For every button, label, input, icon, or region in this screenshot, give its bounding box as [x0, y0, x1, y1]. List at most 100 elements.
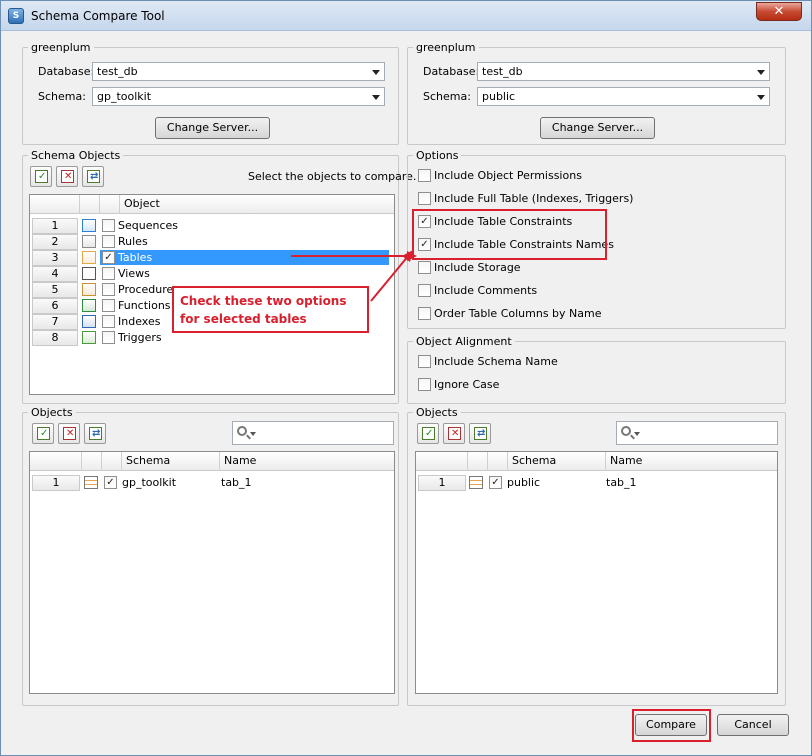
- option-label[interactable]: Order Table Columns by Name: [434, 307, 602, 320]
- object-name[interactable]: Rules: [118, 235, 148, 249]
- object-checkbox[interactable]: [102, 235, 115, 248]
- object-checkbox[interactable]: [102, 315, 115, 328]
- chevron-down-icon: [250, 432, 256, 436]
- left-deselect-all-button[interactable]: ✕: [58, 423, 80, 444]
- option-checkbox[interactable]: [418, 355, 431, 368]
- right-change-server-button[interactable]: Change Server...: [540, 117, 655, 139]
- selection-arrow: [291, 251, 417, 261]
- right-server-legend: greenplum: [416, 41, 476, 54]
- header-check: [488, 452, 508, 471]
- right-search-input[interactable]: [616, 421, 778, 445]
- header-icon: [80, 195, 100, 214]
- left-server-legend: greenplum: [31, 41, 91, 54]
- right-database-select[interactable]: test_db: [477, 62, 770, 81]
- row-number: 1: [32, 475, 80, 491]
- header-name: Name: [610, 454, 643, 467]
- swap-icon: ⇄: [477, 428, 486, 439]
- object-checkbox[interactable]: [102, 251, 115, 264]
- header-check: [102, 452, 122, 471]
- option-label[interactable]: Include Schema Name: [434, 355, 558, 368]
- object-checkbox[interactable]: [102, 283, 115, 296]
- option-checkbox[interactable]: [418, 169, 431, 182]
- search-icon: [237, 426, 247, 436]
- close-button[interactable]: ✕: [756, 2, 802, 21]
- header-rownum: [30, 452, 82, 471]
- left-objects-legend: Objects: [31, 406, 73, 419]
- table-icon: [84, 476, 98, 489]
- table-header: Object: [30, 195, 394, 214]
- left-schema-select[interactable]: gp_toolkit: [92, 87, 385, 106]
- select-all-button[interactable]: ✓: [30, 166, 52, 187]
- left-row-name: tab_1: [221, 476, 252, 489]
- header-schema: Schema: [122, 452, 220, 471]
- options-legend: Options: [416, 149, 459, 162]
- right-schema-select[interactable]: public: [477, 87, 770, 106]
- header-rownum: [30, 195, 80, 214]
- option-checkbox[interactable]: [418, 192, 431, 205]
- option-checkbox[interactable]: [418, 307, 431, 320]
- right-row-checkbox[interactable]: [489, 476, 502, 489]
- row-number: 1: [418, 475, 466, 491]
- object-name[interactable]: Views: [118, 267, 150, 281]
- object-type-icon: [82, 219, 96, 232]
- deselect-all-button[interactable]: ✕: [56, 166, 78, 187]
- schema-objects-hint: Select the objects to compare.: [248, 170, 417, 183]
- cancel-button[interactable]: Cancel: [717, 714, 789, 736]
- left-database-select[interactable]: test_db: [92, 62, 385, 81]
- header-rownum: [416, 452, 468, 471]
- compare-highlight-box: [632, 709, 711, 742]
- x-icon: ✕: [66, 428, 75, 439]
- left-row-checkbox[interactable]: [104, 476, 117, 489]
- header-check: [100, 195, 120, 214]
- object-alignment-legend: Object Alignment: [416, 335, 512, 348]
- object-type-icon: [82, 331, 96, 344]
- app-icon: S: [8, 8, 24, 24]
- right-schema-label: Schema:: [423, 90, 471, 103]
- check-icon: ✓: [425, 428, 434, 439]
- left-invert-button[interactable]: ⇄: [84, 423, 106, 444]
- left-search-input[interactable]: [232, 421, 394, 445]
- option-label[interactable]: Include Storage: [434, 261, 521, 274]
- option-label[interactable]: Include Comments: [434, 284, 537, 297]
- option-label[interactable]: Include Object Permissions: [434, 169, 582, 182]
- option-checkbox[interactable]: [418, 378, 431, 391]
- invert-selection-button[interactable]: ⇄: [82, 166, 104, 187]
- check-icon: ✓: [40, 428, 49, 439]
- chevron-down-icon: [372, 70, 380, 75]
- object-name[interactable]: Indexes: [118, 315, 160, 329]
- row-number: 1: [32, 218, 78, 234]
- search-icon: [621, 426, 631, 436]
- options-highlight-box: [412, 209, 607, 260]
- x-icon: ✕: [64, 171, 73, 182]
- object-name[interactable]: Procedures: [118, 283, 179, 297]
- object-name[interactable]: Sequences: [118, 219, 178, 233]
- left-change-server-button[interactable]: Change Server...: [155, 117, 270, 139]
- object-checkbox[interactable]: [102, 219, 115, 232]
- right-database-value: test_db: [482, 65, 523, 78]
- right-deselect-all-button[interactable]: ✕: [443, 423, 465, 444]
- option-checkbox[interactable]: [418, 284, 431, 297]
- object-name[interactable]: Tables: [118, 251, 152, 265]
- check-icon: ✓: [38, 171, 47, 182]
- right-select-all-button[interactable]: ✓: [417, 423, 439, 444]
- right-row-name: tab_1: [606, 476, 637, 489]
- row-number: 4: [32, 266, 78, 282]
- header-object: Object: [124, 197, 160, 210]
- left-select-all-button[interactable]: ✓: [32, 423, 54, 444]
- object-name[interactable]: Functions: [118, 299, 171, 313]
- schema-objects-legend: Schema Objects: [31, 149, 121, 162]
- object-checkbox[interactable]: [102, 299, 115, 312]
- title-bar: S Schema Compare Tool ✕: [1, 1, 811, 31]
- chevron-down-icon: [757, 95, 765, 100]
- left-database-label: Database:: [38, 65, 95, 78]
- chevron-down-icon: [634, 432, 640, 436]
- object-type-icon: [82, 251, 96, 264]
- row-number: 6: [32, 298, 78, 314]
- object-checkbox[interactable]: [102, 267, 115, 280]
- object-name[interactable]: Triggers: [118, 331, 162, 345]
- right-invert-button[interactable]: ⇄: [469, 423, 491, 444]
- option-label[interactable]: Ignore Case: [434, 378, 499, 391]
- window-title: Schema Compare Tool: [31, 9, 165, 23]
- object-checkbox[interactable]: [102, 331, 115, 344]
- option-label[interactable]: Include Full Table (Indexes, Triggers): [434, 192, 633, 205]
